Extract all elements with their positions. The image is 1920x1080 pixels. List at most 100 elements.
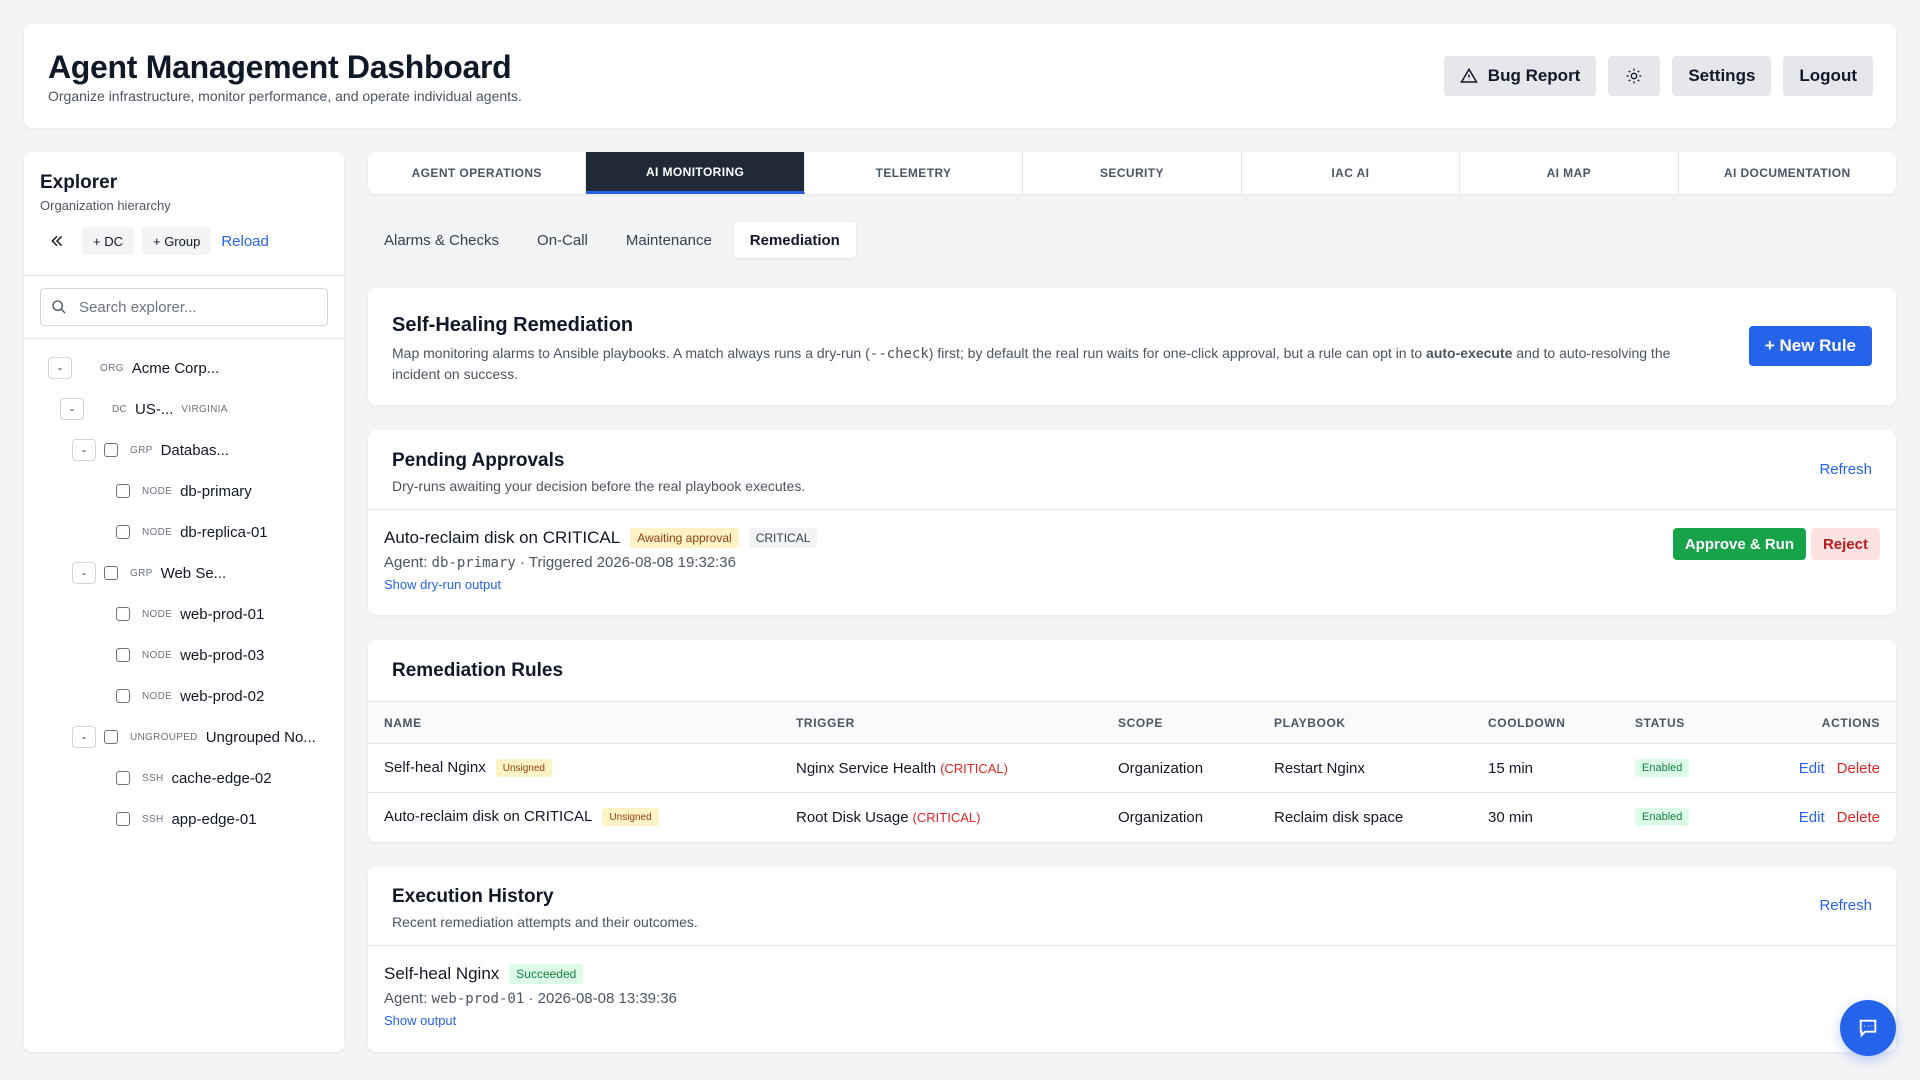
reload-button[interactable]: Reload <box>221 233 269 250</box>
add-dc-button[interactable]: + DC <box>82 227 134 255</box>
tree-checkbox[interactable] <box>104 566 118 580</box>
tab-ai-documentation[interactable]: AI DOCUMENTATION <box>1679 152 1896 194</box>
show-output-link[interactable]: Show output <box>384 1013 677 1028</box>
warning-icon <box>1459 67 1478 83</box>
explorer-search-input[interactable] <box>79 298 317 316</box>
tree-checkbox[interactable] <box>116 648 130 662</box>
tree-node-type: UNGROUPED <box>130 731 198 743</box>
tree-toggle[interactable]: - <box>72 562 96 584</box>
rule-name-cell: Auto-reclaim disk on CRITICAL Unsigned <box>368 793 780 842</box>
tree-node-name: web-prod-02 <box>180 687 265 705</box>
tree-node-dc[interactable]: - DC US-... VIRGINIA <box>60 397 228 421</box>
tab-iac-ai[interactable]: IAC AI <box>1242 152 1461 194</box>
tree-node-agent[interactable]: NODE web-prod-01 <box>116 602 264 626</box>
triggered-time: · Triggered 2026-08-08 19:32:36 <box>515 554 736 571</box>
delete-rule-button[interactable]: Delete <box>1837 760 1880 777</box>
subtab-alarms-checks[interactable]: Alarms & Checks <box>368 222 515 258</box>
tab-security[interactable]: SECURITY <box>1023 152 1242 194</box>
pending-item: Auto-reclaim disk on CRITICAL Awaiting a… <box>384 528 818 592</box>
tab-agent-operations[interactable]: AGENT OPERATIONS <box>368 152 587 194</box>
approve-run-button[interactable]: Approve & Run <box>1672 528 1806 560</box>
history-title: Execution History <box>392 886 554 907</box>
tree-node-group[interactable]: - UNGROUPED Ungrouped No... <box>72 725 316 749</box>
execution-time: · 2026-08-08 13:39:36 <box>524 990 677 1007</box>
pending-header: Pending Approvals Dry-runs awaiting your… <box>368 430 1896 510</box>
tree-node-name: Databas... <box>160 441 229 459</box>
explorer-search <box>40 288 328 326</box>
agent-name: db-primary <box>431 555 516 571</box>
tree-checkbox[interactable] <box>116 771 130 785</box>
status-badge: Succeeded <box>509 964 584 984</box>
logout-button[interactable]: Logout <box>1783 56 1873 96</box>
trigger-severity: (CRITICAL) <box>912 809 981 825</box>
rule-scope: Organization <box>1102 743 1258 793</box>
explorer-sidebar: Explorer Organization hierarchy + DC + G… <box>24 152 344 1052</box>
tree-node-group[interactable]: - GRP Databas... <box>72 438 229 462</box>
tab-telemetry[interactable]: TELEMETRY <box>805 152 1024 194</box>
tab-ai-monitoring[interactable]: AI MONITORING <box>586 152 805 194</box>
tree-node-agent[interactable]: NODE web-prod-02 <box>116 684 264 708</box>
enabled-badge: Enabled <box>1635 808 1690 827</box>
subtab-on-call[interactable]: On-Call <box>521 222 604 258</box>
rules-table-header: NAME TRIGGER SCOPE PLAYBOOK COOLDOWN STA… <box>368 701 1896 744</box>
tab-ai-map[interactable]: AI MAP <box>1460 152 1679 194</box>
severity-badge: CRITICAL <box>748 528 818 548</box>
tree-node-name: US-... <box>135 400 174 418</box>
tree-toggle[interactable]: - <box>60 398 84 420</box>
delete-rule-button[interactable]: Delete <box>1837 809 1880 826</box>
rule-trigger-cell: Root Disk Usage (CRITICAL) <box>780 793 1102 842</box>
table-row: Auto-reclaim disk on CRITICAL Unsigned Ro… <box>368 793 1896 842</box>
sun-icon <box>1627 68 1642 84</box>
tree-checkbox[interactable] <box>116 525 130 539</box>
tree-node-group[interactable]: - GRP Web Se... <box>72 561 226 585</box>
chat-button[interactable] <box>1840 1000 1896 1056</box>
desc-text: ) first; by default the real run waits f… <box>928 345 1427 361</box>
tree-checkbox[interactable] <box>116 812 130 826</box>
tree-checkbox[interactable] <box>104 730 118 744</box>
tree-node-name: cache-edge-02 <box>171 769 272 787</box>
history-refresh-button[interactable]: Refresh <box>1819 897 1872 914</box>
tree-checkbox[interactable] <box>104 443 118 457</box>
rule-scope: Organization <box>1118 808 1204 826</box>
tree-toggle[interactable]: - <box>72 726 96 748</box>
tree-node-name: db-replica-01 <box>180 523 268 541</box>
subtab-maintenance[interactable]: Maintenance <box>610 222 728 258</box>
execution-history-card: Execution History Recent remediation att… <box>368 866 1896 1052</box>
tree-checkbox[interactable] <box>116 689 130 703</box>
pending-refresh-button[interactable]: Refresh <box>1819 461 1872 478</box>
tree-node-agent[interactable]: NODE db-primary <box>116 479 252 503</box>
tree-node-agent[interactable]: NODE db-replica-01 <box>116 520 268 544</box>
agent-name: web-prod-01 <box>431 991 525 1007</box>
column-header: STATUS <box>1619 701 1759 744</box>
tree-node-type: SSH <box>142 772 164 784</box>
desc-bold: auto-execute <box>1426 345 1513 361</box>
tree-node-org[interactable]: - ORG Acme Corp... <box>48 356 219 380</box>
pending-item-head: Auto-reclaim disk on CRITICAL Awaiting a… <box>384 528 818 548</box>
tree-node-agent[interactable]: NODE web-prod-03 <box>116 643 264 667</box>
theme-toggle-button[interactable] <box>1608 56 1661 96</box>
tree-toggle[interactable]: - <box>72 439 96 461</box>
settings-button[interactable]: Settings <box>1672 56 1772 96</box>
rule-cooldown: 15 min <box>1472 743 1619 793</box>
tree-node-agent[interactable]: SSH app-edge-01 <box>116 807 257 831</box>
tree-node-agent[interactable]: SSH cache-edge-02 <box>116 766 272 790</box>
show-dry-run-output-link[interactable]: Show dry-run output <box>384 577 817 592</box>
tree-node-type: NODE <box>142 690 173 702</box>
collapse-sidebar-button[interactable] <box>40 227 74 255</box>
tree-node-name: Web Se... <box>160 564 227 582</box>
subtab-remediation[interactable]: Remediation <box>733 222 856 258</box>
tree-checkbox[interactable] <box>116 607 130 621</box>
edit-rule-button[interactable]: Edit <box>1799 809 1825 826</box>
edit-rule-button[interactable]: Edit <box>1799 760 1825 777</box>
reject-button[interactable]: Reject <box>1810 528 1880 560</box>
header-actions: Bug Report Settings Logout <box>1443 56 1873 96</box>
monitoring-subtabs: Alarms & Checks On-Call Maintenance Reme… <box>368 222 856 258</box>
history-item: Self-heal Nginx Succeeded Agent: web-pro… <box>384 964 677 1028</box>
tree-checkbox[interactable] <box>116 484 130 498</box>
new-rule-button[interactable]: + New Rule <box>1748 326 1872 366</box>
rule-trigger: Root Disk Usage <box>796 808 909 826</box>
rule-name: Auto-reclaim disk on CRITICAL <box>384 808 593 826</box>
add-group-button[interactable]: + Group <box>141 227 212 255</box>
tree-toggle[interactable]: - <box>48 357 72 379</box>
bug-report-button[interactable]: Bug Report <box>1443 56 1597 96</box>
